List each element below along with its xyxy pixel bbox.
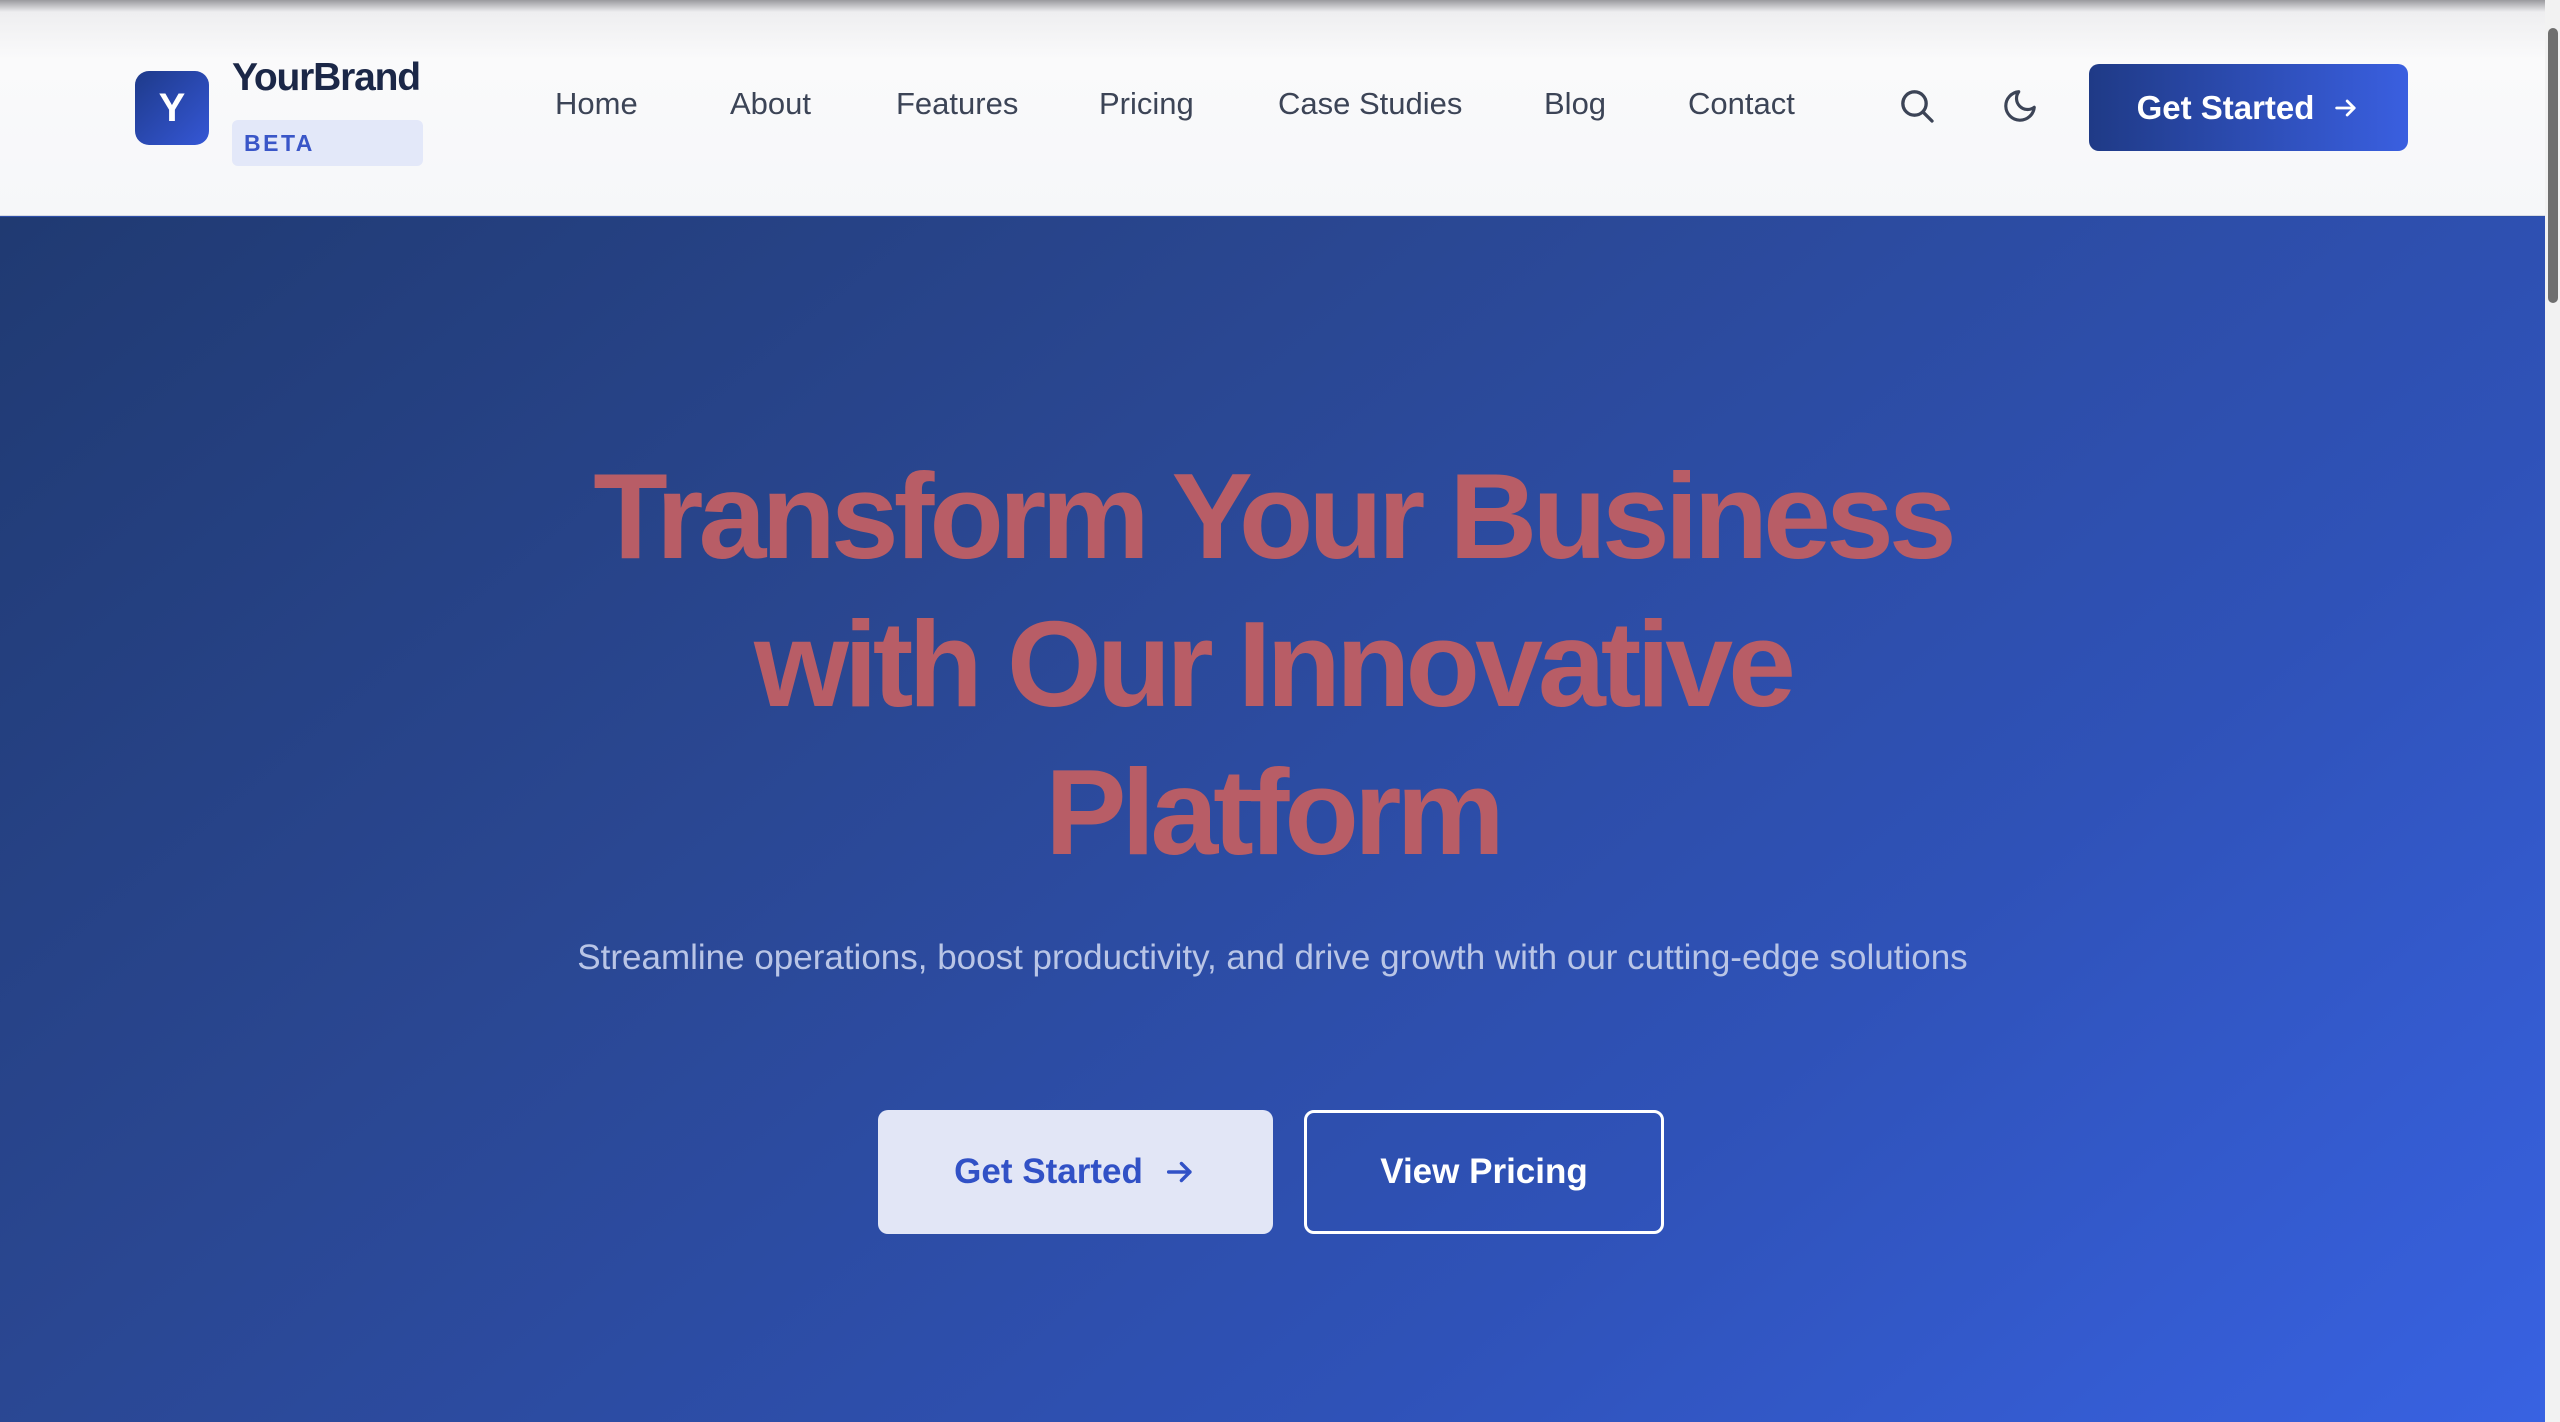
nav-features[interactable]: Features	[896, 86, 1018, 122]
hero-primary-label: Get Started	[954, 1152, 1143, 1191]
hero-title: Transform Your Business with Our Innovat…	[440, 442, 2105, 886]
search-button[interactable]	[1895, 84, 1939, 128]
header-cta-label: Get Started	[2136, 88, 2315, 126]
nav-case-studies[interactable]: Case Studies	[1278, 86, 1462, 122]
hero-section: Transform Your Business with Our Innovat…	[0, 217, 2545, 1422]
hero-title-line-3: Platform	[1045, 744, 1505, 880]
nav-contact[interactable]: Contact	[1688, 86, 1795, 122]
logo-letter: Y	[158, 85, 186, 130]
nav-pricing[interactable]: Pricing	[1099, 86, 1194, 122]
nav-blog[interactable]: Blog	[1544, 86, 1606, 122]
hero-get-started-button[interactable]: Get Started	[878, 1110, 1273, 1234]
view-pricing-button[interactable]: View Pricing	[1304, 1110, 1664, 1234]
beta-badge: BETA	[232, 120, 423, 166]
hero-secondary-label: View Pricing	[1380, 1152, 1588, 1191]
brand-name[interactable]: YourBrand	[232, 56, 421, 100]
nav-about[interactable]: About	[730, 86, 811, 122]
nav-home[interactable]: Home	[555, 86, 638, 122]
hero-title-line-1: Transform Your Business	[593, 448, 1956, 584]
theme-toggle-button[interactable]	[1998, 84, 2042, 128]
site-header: Y YourBrand BETA Home About Features Pri…	[0, 0, 2545, 216]
header-get-started-button[interactable]: Get Started	[2089, 64, 2408, 151]
hero-subtitle: Streamline operations, boost productivit…	[577, 938, 1968, 977]
scrollbar-thumb[interactable]	[2548, 28, 2558, 303]
moon-icon	[2004, 90, 2036, 122]
arrow-right-icon	[2335, 99, 2357, 116]
hero-title-line-2: with Our Innovative	[753, 596, 1796, 732]
logo[interactable]: Y	[135, 71, 209, 145]
search-icon	[1901, 90, 1934, 123]
arrow-right-icon	[1166, 1161, 1192, 1183]
